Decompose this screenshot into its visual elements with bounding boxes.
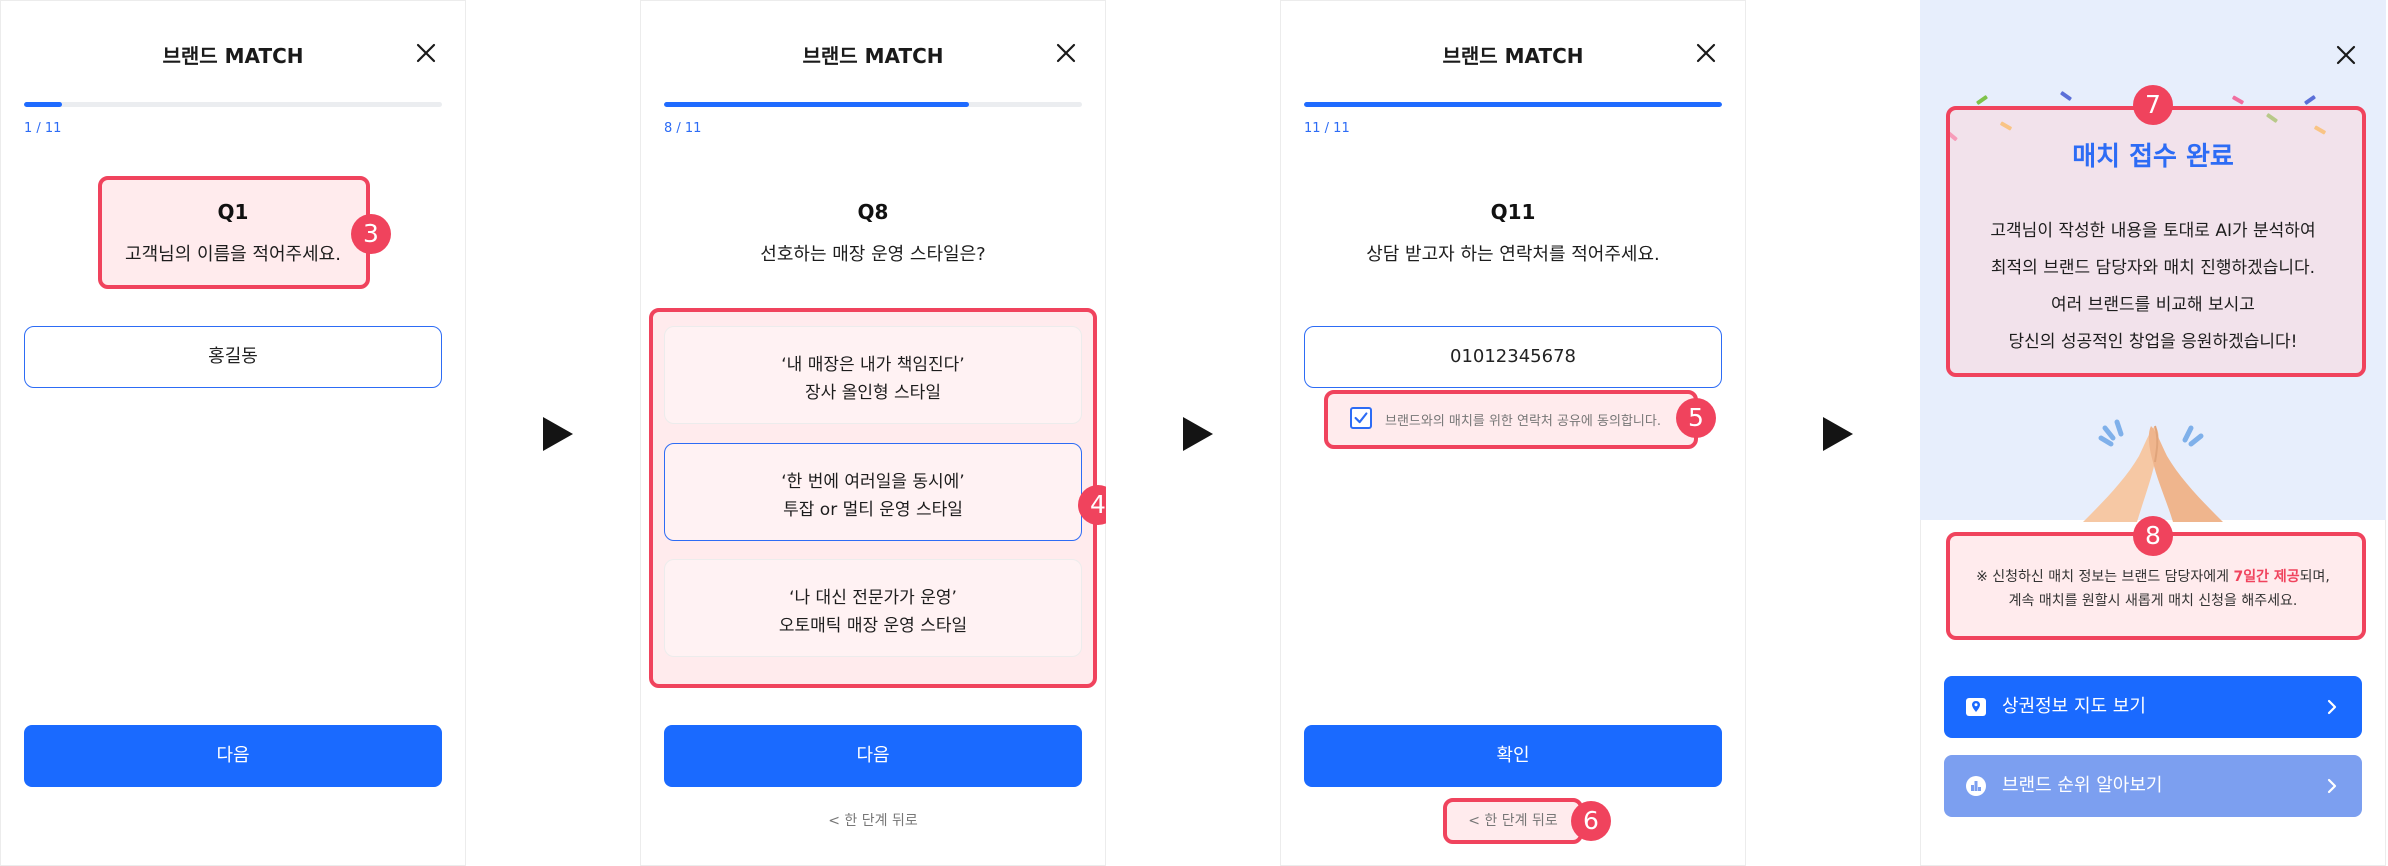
option-card[interactable]: ‘나 대신 전문가가 운영’ 오토매틱 매장 운영 스타일	[664, 559, 1082, 657]
option-line2: 장사 올인형 스타일	[805, 383, 941, 403]
highlight-box	[98, 176, 370, 289]
high-five-illustration	[2083, 419, 2223, 522]
notice-text-line2: 계속 매치를 원할시 새롭게 매치 신청을 해주세요.	[2008, 593, 2298, 609]
match-complete-panel: 7 매치 접수 완료 고객님이 작성한 내용을 토대로 AI가 분석하여 최적의…	[1920, 0, 2386, 866]
progress-label: 1 / 11	[24, 121, 62, 136]
next-button[interactable]: 다음	[24, 725, 442, 787]
chevron-right-icon	[2327, 778, 2337, 794]
next-button[interactable]: 다음	[664, 725, 1082, 787]
play-arrow-icon	[1823, 417, 1853, 451]
annotation-badge: 5	[1676, 398, 1716, 438]
option-card[interactable]: ‘내 매장은 내가 책임진다’ 장사 올인형 스타일	[664, 326, 1082, 424]
play-arrow-icon	[543, 417, 573, 451]
play-arrow-icon	[1183, 417, 1213, 451]
progress-fill	[24, 102, 62, 107]
map-pin-icon	[1966, 698, 1986, 716]
name-input[interactable]: 홍길동	[24, 326, 442, 388]
option-card-selected[interactable]: ‘한 번에 여러일을 동시에’ 투잡 or 멀티 운영 스타일	[664, 443, 1082, 541]
option-line1: ‘내 매장은 내가 책임진다’	[781, 355, 965, 375]
progress-bar	[24, 102, 442, 107]
notice-text-post: 되며,	[2299, 569, 2330, 585]
map-info-label: 상권정보 지도 보기	[2002, 696, 2146, 717]
annotation-badge: 8	[2133, 516, 2173, 556]
step-q1-panel: 브랜드 MATCH 1 / 11 Q1 고객님의 이름을 적어주세요. 3 홍길…	[0, 0, 466, 866]
progress-bar	[1304, 102, 1722, 107]
brand-ranking-label: 브랜드 순위 알아보기	[2002, 775, 2163, 796]
completion-line: 당신의 성공적인 창업을 응원하겠습니다!	[2008, 332, 2298, 352]
option-line2: 오토매틱 매장 운영 스타일	[778, 616, 968, 636]
question-number: Q11	[1490, 200, 1536, 224]
question-text: 상담 받고자 하는 연락처를 적어주세요.	[1366, 244, 1660, 265]
back-link[interactable]: < 한 단계 뒤로	[640, 810, 1106, 830]
step-q11-panel: 브랜드 MATCH 11 / 11 Q11 상담 받고자 하는 연락처를 적어주…	[1280, 0, 1746, 866]
map-info-button[interactable]: 상권정보 지도 보기	[1944, 676, 2362, 738]
annotation-badge: 6	[1571, 801, 1611, 841]
notice-text: ※ 신청하신 매치 정보는 브랜드 담당자에게 7일간 제공되며,	[1920, 566, 2386, 586]
progress-fill	[1304, 102, 1722, 107]
close-icon[interactable]	[1054, 41, 1078, 65]
question-text: 선호하는 매장 운영 스타일은?	[760, 244, 986, 265]
annotation-badge: 7	[2133, 85, 2173, 125]
checkbox-check-icon	[1354, 412, 1368, 424]
progress-label: 11 / 11	[1304, 121, 1350, 136]
completion-line: 최적의 브랜드 담당자와 매치 진행하겠습니다.	[1990, 258, 2316, 278]
close-icon[interactable]	[2334, 43, 2358, 67]
step-q8-panel: 브랜드 MATCH 8 / 11 Q8 선호하는 매장 운영 스타일은? ‘내 …	[640, 0, 1106, 866]
completion-title: 매치 접수 완료	[2072, 142, 2234, 172]
brand-ranking-button[interactable]: 브랜드 순위 알아보기	[1944, 755, 2362, 817]
completion-line: 여러 브랜드를 비교해 보시고	[2051, 295, 2255, 315]
progress-label: 8 / 11	[664, 121, 702, 136]
annotation-badge: 3	[351, 214, 391, 254]
option-line2: 투잡 or 멀티 운영 스타일	[783, 500, 963, 520]
question-number: Q8	[857, 200, 889, 224]
close-icon[interactable]	[414, 41, 438, 65]
back-link[interactable]: < 한 단계 뒤로	[1280, 810, 1746, 830]
question-number: Q1	[217, 200, 249, 224]
progress-bar	[664, 102, 1082, 107]
consent-label: 브랜드와의 매치를 위한 연락처 공유에 동의합니다.	[1385, 414, 1661, 429]
completion-line: 고객님이 작성한 내용을 토대로 AI가 분석하여	[1990, 221, 2316, 241]
option-line1: ‘나 대신 전문가가 운영’	[789, 588, 957, 608]
header-title: 브랜드 MATCH	[1442, 44, 1584, 68]
phone-input[interactable]: 01012345678	[1304, 326, 1722, 388]
progress-fill	[664, 102, 970, 107]
ranking-icon	[1966, 776, 1986, 796]
notice-emphasis: 7일간 제공	[2233, 569, 2300, 585]
consent-checkbox[interactable]	[1350, 407, 1372, 429]
header-title: 브랜드 MATCH	[162, 44, 304, 68]
header-title: 브랜드 MATCH	[802, 44, 944, 68]
notice-text-pre: ※ 신청하신 매치 정보는 브랜드 담당자에게	[1976, 569, 2234, 585]
confirm-button[interactable]: 확인	[1304, 725, 1722, 787]
question-text: 고객님의 이름을 적어주세요.	[125, 244, 341, 265]
close-icon[interactable]	[1694, 41, 1718, 65]
chevron-right-icon	[2327, 699, 2337, 715]
option-line1: ‘한 번에 여러일을 동시에’	[781, 472, 965, 492]
